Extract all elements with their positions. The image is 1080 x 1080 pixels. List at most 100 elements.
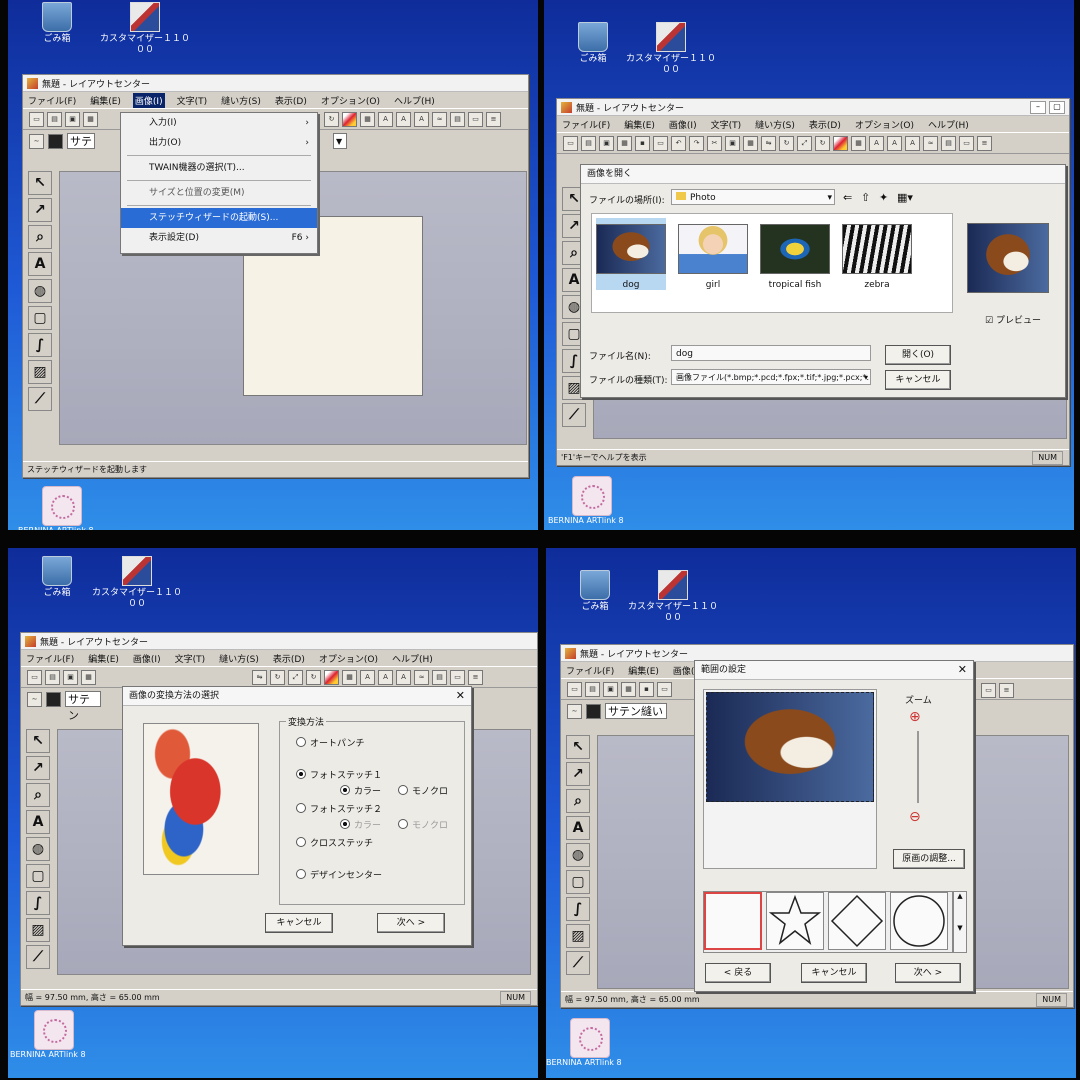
sew-icon[interactable]: ≡ <box>977 135 992 151</box>
copy-icon[interactable]: ▣ <box>65 111 80 127</box>
menu-view[interactable]: 表示(D) <box>807 117 843 132</box>
stitch-abc2-icon[interactable]: A <box>396 111 411 127</box>
filetype-combo[interactable]: 画像ファイル(*.bmp;*.pcd;*.fpx;*.tif;*.jpg;*.p… <box>671 369 871 385</box>
menu-help[interactable]: ヘルプ(H) <box>926 117 971 132</box>
combo-dropdown-arrow[interactable]: ▼ <box>333 133 347 149</box>
cancel-button[interactable]: キャンセル <box>801 963 867 983</box>
open-folder-icon[interactable]: ▤ <box>585 681 600 697</box>
customizer-desktop-icon[interactable]: カスタマイザー１１０ ００ <box>90 2 200 56</box>
stitch-type-combo[interactable]: サテン縫い <box>605 703 667 719</box>
open-folder-icon[interactable]: ▤ <box>581 135 596 151</box>
refresh-icon[interactable]: ↻ <box>815 135 830 151</box>
next-button[interactable]: 次へ > <box>895 963 961 983</box>
shape-rectangle[interactable] <box>704 892 762 950</box>
customizer-desktop-icon[interactable]: カスタマイザー１１０ ００ <box>616 22 726 76</box>
stitch-abc-icon[interactable]: A <box>360 669 375 685</box>
image-crop-area[interactable] <box>703 689 877 869</box>
select-arrow-icon[interactable]: ↖ <box>566 735 590 759</box>
refresh-icon[interactable]: ↻ <box>306 669 321 685</box>
radio-cross-stitch[interactable]: クロスステッチ <box>296 836 373 849</box>
menu-help[interactable]: ヘルプ(H) <box>390 651 435 666</box>
scale-icon[interactable]: ⤢ <box>288 669 303 685</box>
zoom-grid-icon[interactable]: ▤ <box>432 669 447 685</box>
text-tool-icon[interactable]: A <box>28 252 52 276</box>
rect-tool-icon[interactable]: ▢ <box>566 870 590 894</box>
zoom-out-icon[interactable]: ⊖ <box>909 809 921 825</box>
dog-crop-image[interactable] <box>706 692 874 802</box>
menu-view[interactable]: 表示(D) <box>271 651 307 666</box>
curve-tool-icon[interactable]: ∼ <box>567 703 582 719</box>
paste-icon[interactable]: ▦ <box>81 669 96 685</box>
menu-item-output[interactable]: 出力(O) › <box>121 133 317 153</box>
menu-image[interactable]: 画像(I) <box>667 117 699 132</box>
sew-icon[interactable]: ≡ <box>486 111 501 127</box>
scale-icon[interactable]: ⤢ <box>797 135 812 151</box>
stitch-abc3-icon[interactable]: A <box>905 135 920 151</box>
new-folder-icon[interactable]: ✦ <box>879 191 888 204</box>
new-file-icon[interactable]: ▭ <box>27 669 42 685</box>
copy-icon[interactable]: ▣ <box>599 135 614 151</box>
grid-icon[interactable]: ▦ <box>851 135 866 151</box>
wave-icon[interactable]: ≈ <box>432 111 447 127</box>
customizer-desktop-icon[interactable]: カスタマイザー１１０ ００ <box>82 556 192 610</box>
print-icon[interactable]: ▭ <box>450 669 465 685</box>
menu-item-size-position[interactable]: サイズと位置の変更(M) <box>121 183 317 203</box>
menu-text[interactable]: 文字(T) <box>173 651 208 666</box>
cut-icon[interactable]: ✂ <box>707 135 722 151</box>
stitch-abc3-icon[interactable]: A <box>396 669 411 685</box>
ruler-icon[interactable]: ⟋ <box>28 387 52 411</box>
menu-edit[interactable]: 編集(E) <box>88 93 123 108</box>
next-button[interactable]: 次へ > <box>377 913 445 933</box>
stitch-abc3-icon[interactable]: A <box>414 111 429 127</box>
wave-icon[interactable]: ≈ <box>923 135 938 151</box>
menu-options[interactable]: オプション(O) <box>319 93 382 108</box>
pattern-icon[interactable]: ▨ <box>28 360 52 384</box>
file-item-tropical-fish[interactable]: tropical fish <box>760 218 830 290</box>
copy-icon[interactable]: ▣ <box>603 681 618 697</box>
menu-file[interactable]: ファイル(F) <box>24 651 76 666</box>
radio-autopunch[interactable]: オートパンチ <box>296 736 364 749</box>
print-icon[interactable]: ▭ <box>657 681 672 697</box>
radio-photo1-mono[interactable]: モノクロ <box>398 784 448 797</box>
shape-tool-icon[interactable]: ◍ <box>566 843 590 867</box>
save-icon[interactable]: ▪ <box>639 681 654 697</box>
stitch-abc-icon[interactable]: A <box>869 135 884 151</box>
open-folder-icon[interactable]: ▤ <box>47 111 62 127</box>
maximize-icon[interactable]: ▢ <box>1049 101 1065 114</box>
menu-image[interactable]: 画像(I) <box>131 651 163 666</box>
zoom-in-icon[interactable]: ⊕ <box>909 709 921 725</box>
radio-photostitch-2[interactable]: フォトステッチ２ <box>296 802 382 815</box>
stitch-abc2-icon[interactable]: A <box>887 135 902 151</box>
sew-icon[interactable]: ≡ <box>999 683 1014 698</box>
text-tool-icon[interactable]: A <box>26 810 50 834</box>
open-button[interactable]: 開く(O) <box>885 345 951 365</box>
color-wheel-icon[interactable] <box>342 111 357 127</box>
minimize-icon[interactable]: – <box>1030 101 1046 114</box>
ruler-icon[interactable]: ⟋ <box>566 951 590 975</box>
menu-item-twain[interactable]: TWAIN機器の選択(T)... <box>121 158 317 178</box>
menu-options[interactable]: オプション(O) <box>853 117 916 132</box>
menu-image[interactable]: 画像(I) <box>132 92 165 108</box>
curve-tool-icon[interactable]: ∼ <box>27 691 42 707</box>
new-file-icon[interactable]: ▭ <box>567 681 582 697</box>
wave-icon[interactable]: ≈ <box>414 669 429 685</box>
fill-color-icon[interactable] <box>46 691 61 707</box>
artlink-desktop-icon[interactable]: BERNINA ARTlink 8 <box>18 486 118 530</box>
fill-color-icon[interactable] <box>586 703 601 719</box>
stitch-type-combo[interactable]: サテ <box>67 133 95 149</box>
menu-options[interactable]: オプション(O) <box>317 651 380 666</box>
rotate-icon[interactable]: ↻ <box>270 669 285 685</box>
file-item-dog[interactable]: dog <box>596 218 666 290</box>
freehand-icon[interactable]: ∫ <box>566 897 590 921</box>
customizer-desktop-icon[interactable]: カスタマイザー１１０ ００ <box>618 570 728 624</box>
mirror-icon[interactable]: ⇋ <box>252 669 267 685</box>
menu-help[interactable]: ヘルプ(H) <box>392 93 437 108</box>
menu-item-stitch-wizard[interactable]: ステッチウィザードの起動(S)... <box>121 208 317 228</box>
back-button[interactable]: < 戻る <box>705 963 771 983</box>
select-arrow-icon[interactable]: ↖ <box>26 729 50 753</box>
zoom-slider[interactable] <box>917 731 919 803</box>
shape-scrollbar[interactable]: ▲ ▼ <box>953 891 967 953</box>
menu-file[interactable]: ファイル(F) <box>564 663 616 678</box>
view-menu-icon[interactable]: ▦▾ <box>897 191 913 204</box>
ruler-icon[interactable]: ⟋ <box>26 945 50 969</box>
